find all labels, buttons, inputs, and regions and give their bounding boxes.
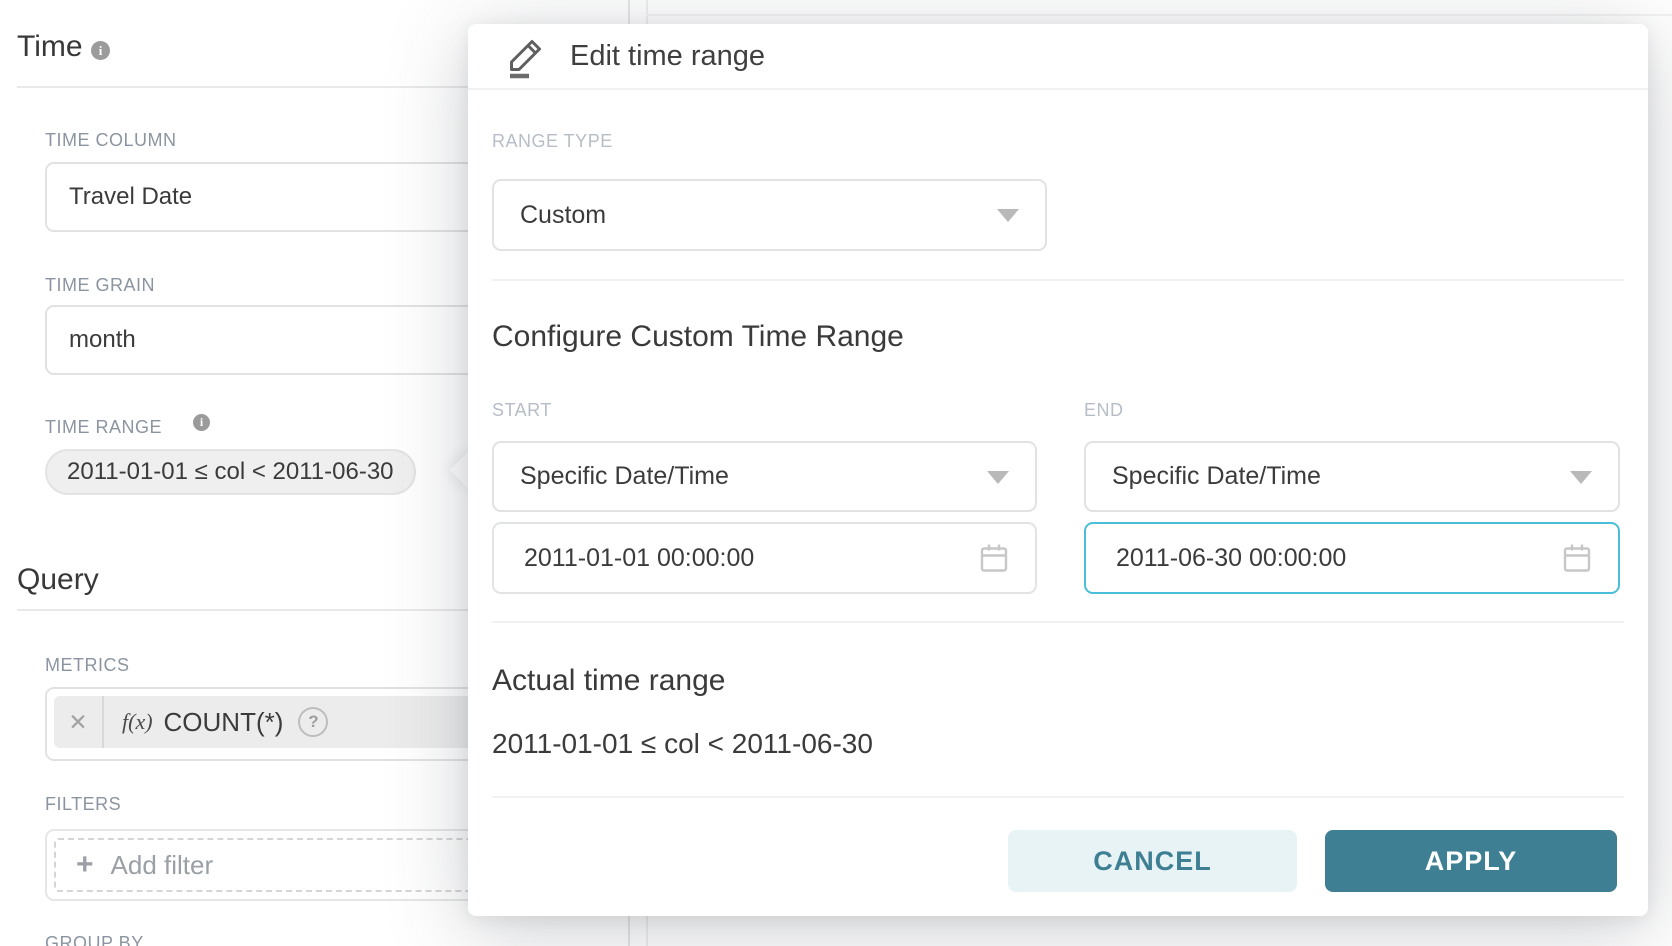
- chart-panel-top-border: [646, 14, 1672, 16]
- chevron-down-icon: [997, 209, 1019, 222]
- cancel-button[interactable]: CANCEL: [1008, 830, 1297, 892]
- end-date-input[interactable]: 2011-06-30 00:00:00: [1084, 522, 1620, 594]
- calendar-icon[interactable]: [979, 542, 1009, 574]
- configure-heading: Configure Custom Time Range: [492, 320, 904, 354]
- time-section-heading: Time: [17, 30, 83, 64]
- metrics-label: METRICS: [45, 655, 130, 676]
- start-mode-value: Specific Date/Time: [494, 462, 729, 491]
- start-date-value: 2011-01-01 00:00:00: [494, 544, 754, 573]
- modal-title: Edit time range: [570, 40, 765, 73]
- end-date-value: 2011-06-30 00:00:00: [1086, 544, 1346, 573]
- end-label: END: [1084, 400, 1124, 421]
- filters-label: FILTERS: [45, 794, 121, 815]
- plus-icon: +: [76, 850, 94, 880]
- group-by-label: GROUP BY: [45, 933, 144, 946]
- explore-view: Time i TIME COLUMN Travel Date TIME GRAI…: [0, 0, 1672, 946]
- actual-range-value: 2011-01-01 ≤ col < 2011-06-30: [492, 728, 873, 760]
- edit-time-range-modal: Edit time range RANGE TYPE Custom Config…: [468, 24, 1648, 916]
- modal-header: Edit time range: [468, 24, 1648, 90]
- time-range-label: TIME RANGE: [45, 417, 162, 438]
- time-column-value: Travel Date: [47, 183, 192, 211]
- metric-help-icon[interactable]: ?: [298, 707, 328, 737]
- chevron-down-icon: [987, 471, 1009, 484]
- metric-remove-button[interactable]: ✕: [54, 696, 104, 748]
- modal-divider: [492, 279, 1624, 281]
- range-type-label: RANGE TYPE: [492, 131, 613, 152]
- time-column-select[interactable]: Travel Date: [45, 162, 524, 232]
- metrics-field[interactable]: ✕ f(x) COUNT(*) ?: [45, 687, 524, 761]
- time-grain-label: TIME GRAIN: [45, 275, 155, 296]
- metric-name: COUNT(*): [164, 707, 284, 738]
- time-info-icon[interactable]: i: [91, 41, 110, 60]
- edit-pencil-icon: [502, 33, 548, 79]
- start-date-input[interactable]: 2011-01-01 00:00:00: [492, 522, 1037, 594]
- start-mode-select[interactable]: Specific Date/Time: [492, 441, 1037, 512]
- end-mode-value: Specific Date/Time: [1086, 462, 1321, 491]
- chevron-down-icon: [1570, 471, 1592, 484]
- range-type-value: Custom: [494, 201, 606, 230]
- time-grain-value: month: [47, 326, 136, 354]
- time-range-info-icon[interactable]: i: [193, 414, 210, 431]
- actual-range-heading: Actual time range: [492, 664, 725, 698]
- metric-chip[interactable]: ✕ f(x) COUNT(*) ?: [54, 696, 513, 748]
- apply-button[interactable]: APPLY: [1325, 830, 1617, 892]
- function-icon: f(x): [122, 709, 153, 735]
- modal-divider: [492, 796, 1624, 798]
- end-mode-select[interactable]: Specific Date/Time: [1084, 441, 1620, 512]
- start-label: START: [492, 400, 552, 421]
- time-column-label: TIME COLUMN: [45, 130, 177, 151]
- calendar-icon[interactable]: [1562, 542, 1592, 574]
- range-type-select[interactable]: Custom: [492, 179, 1047, 251]
- add-filter-label: Add filter: [111, 850, 214, 881]
- time-range-pill[interactable]: 2011-01-01 ≤ col < 2011-06-30: [45, 449, 416, 495]
- filters-field: + Add filter: [45, 829, 524, 901]
- time-grain-select[interactable]: month: [45, 305, 524, 375]
- modal-divider: [492, 621, 1624, 623]
- query-section-heading: Query: [17, 563, 99, 597]
- add-filter-button[interactable]: + Add filter: [54, 838, 515, 892]
